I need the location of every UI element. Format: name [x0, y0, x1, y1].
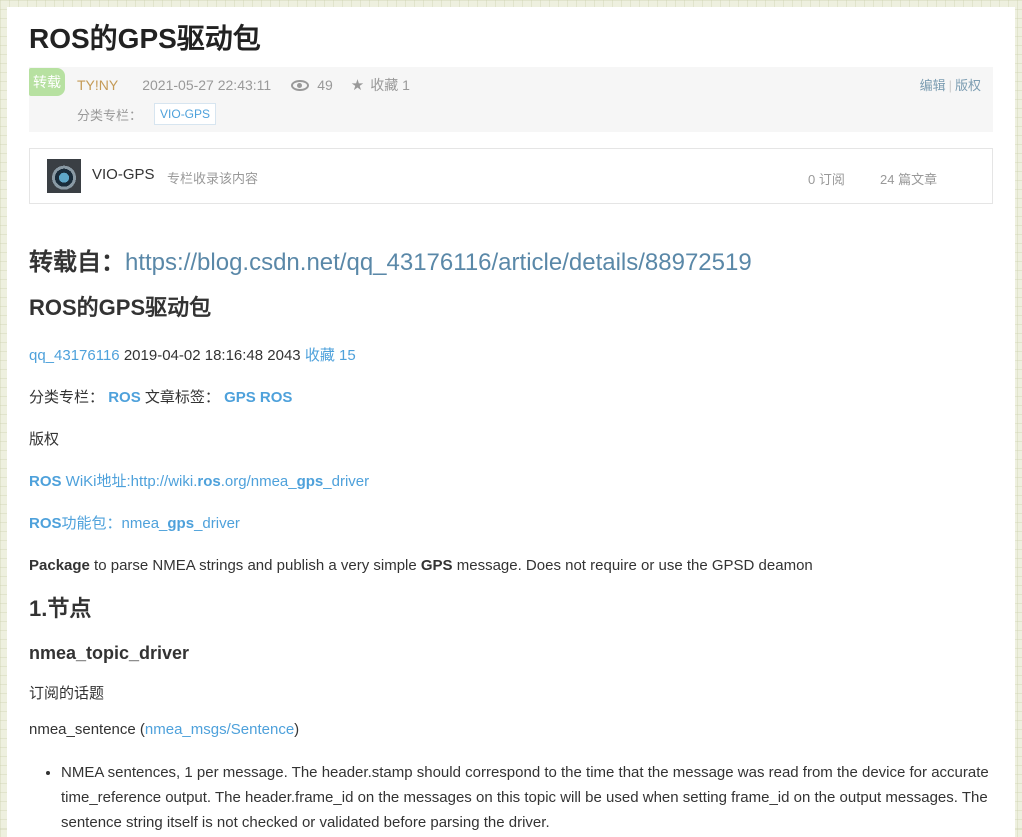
repost-badge: 转载 [29, 68, 65, 96]
category-label: 分类专栏： [77, 107, 143, 123]
meta-actions: 编辑 | 版权 [919, 78, 981, 93]
page-title: ROS的GPS驱动包 [29, 23, 261, 54]
favorite-count[interactable]: 收藏 1 [370, 75, 410, 95]
desc-mid: to parse NMEA strings and publish a very… [89, 557, 421, 574]
meta-row: TY!NY 2021-05-27 22:43:11 49 ★ 收藏 1 [77, 75, 410, 95]
original-author-link[interactable]: qq_43176116 [29, 347, 120, 364]
publish-time: 2021-05-27 22:43:11 [142, 77, 272, 93]
wiki-gps[interactable]: gps [297, 473, 324, 490]
package-description: Package to parse NMEA strings and publis… [29, 556, 993, 576]
original-category-label: 分类专栏： [29, 389, 105, 406]
wiki-suffix[interactable]: _driver [323, 473, 369, 490]
wiki-ros[interactable]: ROS [29, 473, 62, 490]
article-content: 转载自：https://blog.csdn.net/qq_43176116/ar… [29, 246, 993, 835]
wiki-mid[interactable]: .org/nmea_ [221, 473, 297, 490]
star-icon[interactable]: ★ [351, 76, 364, 94]
package-link-line[interactable]: ROS功能包：nmea_gps_driver [29, 514, 993, 534]
original-tags[interactable]: GPS ROS [224, 389, 292, 406]
edit-link[interactable]: 编辑 [920, 78, 946, 93]
source-line: 转载自：https://blog.csdn.net/qq_43176116/ar… [29, 246, 993, 282]
original-date-views: 2019-04-02 18:16:48 2043 [123, 347, 301, 364]
original-tag-label: 文章标签： [144, 389, 220, 406]
package-suffix[interactable]: _driver [194, 515, 240, 532]
eye-icon [291, 79, 310, 91]
column-desc: 专栏收录该内容 [167, 171, 259, 186]
package-gps[interactable]: gps [167, 515, 194, 532]
source-prefix: 转载自： [29, 249, 125, 276]
subscribed-topics-label: 订阅的话题 [29, 685, 105, 702]
column-avatar[interactable] [47, 159, 81, 193]
desc-end: message. Does not require or use the GPS… [452, 557, 813, 574]
original-category-ros[interactable]: ROS [108, 389, 141, 406]
topic-name: nmea_sentence ( [29, 721, 145, 738]
desc-gps: GPS [420, 557, 453, 574]
original-title: ROS的GPS驱动包 [29, 295, 212, 320]
category-row: 分类专栏： VIO-GPS [77, 103, 217, 125]
wiki-ros-bold[interactable]: ros [197, 473, 220, 490]
article-meta: 转载 TY!NY 2021-05-27 22:43:11 49 ★ 收藏 1 编… [29, 67, 993, 132]
original-favorite-link[interactable]: 收藏 15 [305, 347, 356, 364]
node-heading: nmea_topic_driver [29, 643, 190, 663]
category-tag[interactable]: VIO-GPS [154, 103, 217, 125]
column-subscriptions: 0 订阅 [808, 172, 845, 187]
column-card[interactable]: VIO-GPS 专栏收录该内容 0 订阅 24 篇文章 [29, 148, 993, 204]
topic-line: nmea_sentence (nmea_msgs/Sentence) [29, 720, 993, 740]
view-count: 49 [317, 77, 333, 93]
original-category-row: 分类专栏： ROS 文章标签： GPS ROS [29, 388, 993, 408]
copyright-link[interactable]: 版权 [955, 78, 981, 93]
article-card: ROS的GPS驱动包 转载 TY!NY 2021-05-27 22:43:11 … [7, 7, 1015, 837]
package-prefix[interactable]: 功能包：nmea_ [62, 515, 168, 532]
column-article-count: 24 篇文章 [880, 172, 938, 187]
author-link[interactable]: TY!NY [77, 77, 118, 93]
topic-close: ) [294, 721, 300, 738]
topic-description-list: NMEA sentences, 1 per message. The heade… [29, 760, 993, 835]
topic-type-link[interactable]: nmea_msgs/Sentence [145, 721, 294, 738]
package-ros[interactable]: ROS [29, 515, 62, 532]
original-meta: qq_43176116 2019-04-02 18:16:48 2043 收藏 … [29, 346, 993, 366]
wiki-prefix[interactable]: WiKi地址:http://wiki. [62, 473, 198, 490]
source-url-link[interactable]: https://blog.csdn.net/qq_43176116/articl… [125, 249, 752, 276]
list-item: NMEA sentences, 1 per message. The heade… [61, 760, 993, 835]
wiki-link-line[interactable]: ROS WiKi地址:http://wiki.ros.org/nmea_gps_… [29, 472, 993, 492]
section-heading-nodes: 1.节点 [29, 596, 92, 621]
original-copyright: 版权 [29, 431, 60, 448]
column-name[interactable]: VIO-GPS [92, 166, 155, 183]
desc-package: Package [29, 557, 90, 574]
